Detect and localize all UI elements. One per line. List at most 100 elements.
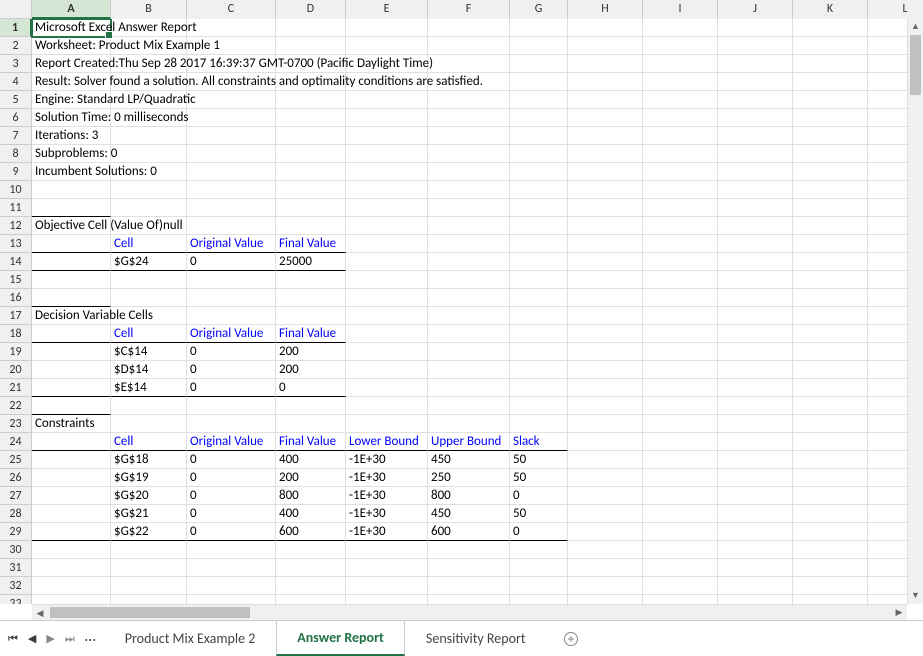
cell[interactable] (346, 343, 428, 361)
cell-a5[interactable]: Engine: Standard LP/Quadratic (32, 91, 111, 109)
cell[interactable] (568, 199, 643, 217)
table-row[interactable]: 800 (276, 487, 346, 505)
cell[interactable] (111, 289, 187, 307)
cell[interactable] (510, 343, 568, 361)
cell[interactable] (793, 523, 868, 541)
col-header-l[interactable]: L (868, 0, 923, 19)
row-header-14[interactable]: 14 (0, 253, 32, 271)
cell[interactable] (643, 523, 718, 541)
cell[interactable] (793, 469, 868, 487)
cell[interactable] (568, 415, 643, 433)
cell[interactable] (793, 397, 868, 415)
table-row[interactable]: 600 (276, 523, 346, 541)
add-sheet-button[interactable] (547, 631, 595, 647)
cell[interactable] (510, 55, 568, 73)
cell[interactable] (718, 55, 793, 73)
objective-col-final[interactable]: Final Value (276, 235, 346, 253)
cell[interactable] (793, 37, 868, 55)
cell[interactable] (643, 397, 718, 415)
cell[interactable] (187, 595, 276, 604)
cell[interactable] (718, 127, 793, 145)
table-row[interactable]: 0 (187, 469, 276, 487)
cell-a1[interactable]: Microsoft Excel Answer Report (32, 19, 111, 37)
cell[interactable] (187, 415, 276, 433)
cell[interactable] (718, 343, 793, 361)
table-row[interactable]: -1E+30 (346, 487, 428, 505)
cell[interactable] (276, 73, 346, 91)
cell-a9[interactable]: Incumbent Solutions: 0 (32, 163, 111, 181)
cell[interactable] (32, 181, 111, 199)
cell[interactable] (868, 577, 907, 595)
objective-final[interactable]: 25000 (276, 253, 346, 271)
cell[interactable] (643, 181, 718, 199)
cell[interactable] (276, 55, 346, 73)
cell[interactable] (276, 19, 346, 37)
cell[interactable] (510, 289, 568, 307)
cell[interactable] (868, 415, 907, 433)
cell[interactable] (111, 145, 187, 163)
row-header-25[interactable]: 25 (0, 451, 32, 469)
cell[interactable] (187, 217, 276, 235)
cell[interactable] (346, 91, 428, 109)
cell[interactable] (643, 487, 718, 505)
cell[interactable] (643, 217, 718, 235)
cell[interactable] (111, 415, 187, 433)
cell[interactable] (868, 523, 907, 541)
cell[interactable] (793, 235, 868, 253)
cell[interactable] (568, 55, 643, 73)
cell[interactable] (868, 19, 907, 37)
cell[interactable] (32, 523, 111, 541)
cell[interactable] (510, 109, 568, 127)
cell[interactable] (793, 415, 868, 433)
cell[interactable] (568, 541, 643, 559)
cell[interactable] (346, 235, 428, 253)
cell[interactable] (187, 109, 276, 127)
cell[interactable] (32, 289, 111, 307)
cell[interactable] (643, 559, 718, 577)
cell[interactable] (793, 253, 868, 271)
row-header-1[interactable]: 1 (0, 19, 32, 37)
cell[interactable] (428, 271, 510, 289)
row-header-8[interactable]: 8 (0, 145, 32, 163)
cell[interactable] (793, 361, 868, 379)
cell[interactable] (643, 199, 718, 217)
cell[interactable] (187, 181, 276, 199)
cell[interactable] (568, 559, 643, 577)
cell[interactable] (793, 145, 868, 163)
table-row[interactable]: 600 (428, 523, 510, 541)
table-row[interactable]: 50 (510, 469, 568, 487)
cell[interactable] (868, 199, 907, 217)
cell[interactable] (346, 199, 428, 217)
cell[interactable] (346, 19, 428, 37)
cell[interactable] (718, 307, 793, 325)
cell[interactable] (643, 55, 718, 73)
cell[interactable] (868, 595, 907, 604)
cell[interactable] (868, 325, 907, 343)
cell[interactable] (718, 109, 793, 127)
row-header-26[interactable]: 26 (0, 469, 32, 487)
cell[interactable] (428, 55, 510, 73)
row-header-28[interactable]: 28 (0, 505, 32, 523)
cell[interactable] (793, 559, 868, 577)
tab-more-icon[interactable]: … (85, 627, 96, 650)
scroll-thumb[interactable] (910, 35, 921, 95)
tab-first-icon[interactable]: ⏮ (8, 632, 18, 646)
cell[interactable] (568, 163, 643, 181)
table-row[interactable]: 400 (276, 451, 346, 469)
cell[interactable] (428, 379, 510, 397)
cell[interactable] (718, 145, 793, 163)
row-header-10[interactable]: 10 (0, 181, 32, 199)
cell-a17[interactable]: Decision Variable Cells (32, 307, 111, 325)
cell[interactable] (718, 271, 793, 289)
cell[interactable] (568, 325, 643, 343)
cell[interactable] (868, 487, 907, 505)
cell[interactable] (276, 37, 346, 55)
cell[interactable] (276, 217, 346, 235)
cell[interactable] (568, 145, 643, 163)
cell[interactable] (111, 109, 187, 127)
cell[interactable] (187, 577, 276, 595)
cell[interactable] (643, 379, 718, 397)
cell[interactable] (568, 127, 643, 145)
cell[interactable] (568, 253, 643, 271)
cell[interactable] (793, 199, 868, 217)
